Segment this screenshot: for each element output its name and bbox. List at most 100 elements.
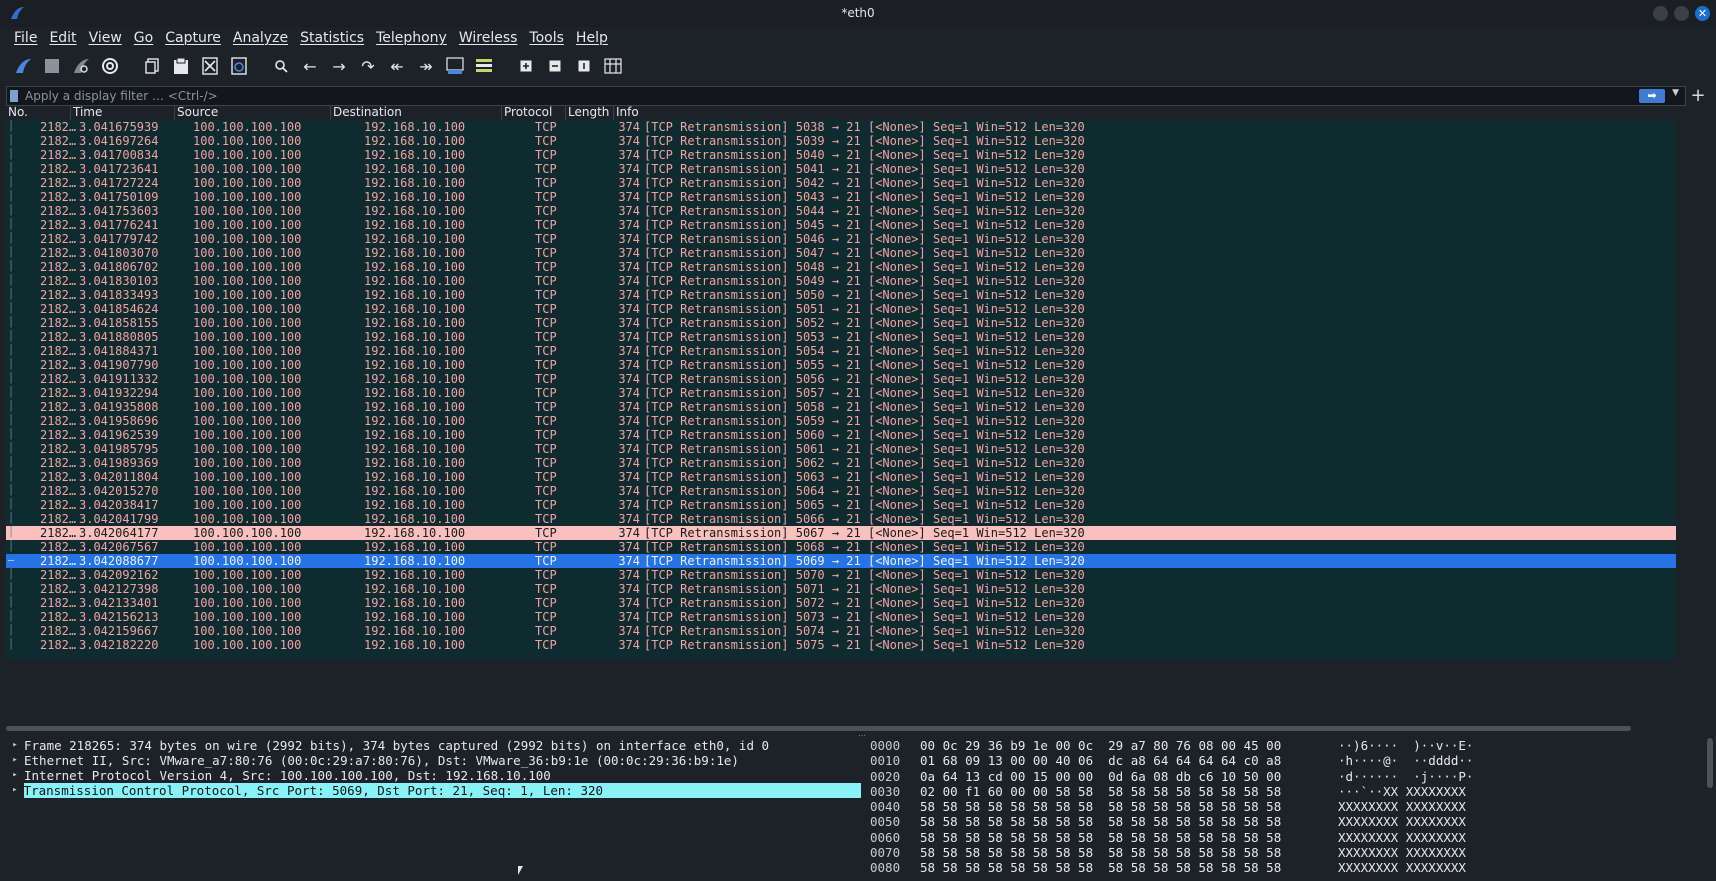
bytes-row[interactable]: 0030 02 00 f1 60 00 00 58 58 58 58 58 58 … [870,784,1710,799]
bytes-row[interactable]: 0050 58 58 58 58 58 58 58 58 58 58 58 58 … [870,814,1710,829]
menu-file[interactable]: File [8,30,43,46]
packet-row[interactable]: │ 2182… 3.042038417 100.100.100.100 192.168.… [6,498,1676,512]
packet-row[interactable]: │ 2182… 3.041675939 100.100.100.100 192.168.… [6,120,1676,134]
packet-row[interactable]: │ 2182… 3.041880805 100.100.100.100 192.168.… [6,330,1676,344]
go-to-packet-icon[interactable]: ↷ [357,55,379,77]
packet-row[interactable]: │ 2182… 3.041911332 100.100.100.100 192.168.… [6,372,1676,386]
capture-options-gear-icon[interactable] [99,55,121,77]
close-button[interactable]: ✕ [1695,6,1710,21]
zoom-in-icon[interactable] [515,55,537,77]
bytes-row[interactable]: 0060 58 58 58 58 58 58 58 58 58 58 58 58 … [870,830,1710,845]
stop-capture-icon[interactable] [41,55,63,77]
packet-row[interactable]: │ 2182… 3.042015270 100.100.100.100 192.168.… [6,484,1676,498]
packet-row[interactable]: │ 2182… 3.041907790 100.100.100.100 192.168.… [6,358,1676,372]
packet-row[interactable]: │ 2182… 3.042182220 100.100.100.100 192.168.… [6,638,1676,652]
maximize-button[interactable] [1674,6,1689,21]
display-filter-input[interactable] [25,87,1585,105]
packet-row[interactable]: │ 2182… 3.042127398 100.100.100.100 192.168.… [6,582,1676,596]
packet-row[interactable]: │ 2182… 3.042159667 100.100.100.100 192.168.… [6,624,1676,638]
packet-row[interactable]: │ 2182… 3.041776241 100.100.100.100 192.168.… [6,218,1676,232]
find-packet-search-icon[interactable] [270,55,292,77]
packet-row[interactable]: │ 2182… 3.042064177 100.100.100.100 192.168.… [6,526,1676,540]
save-file-icon[interactable] [170,55,192,77]
col-header-time[interactable]: Time [71,105,175,120]
last-packet-icon[interactable]: ↠ [415,55,437,77]
bytes-vertical-scrollbar[interactable] [1707,738,1713,788]
minimize-button[interactable] [1653,6,1668,21]
expand-arrow-icon[interactable]: ▸ [6,768,24,783]
restart-capture-icon[interactable] [70,55,92,77]
bytes-row[interactable]: 0070 58 58 58 58 58 58 58 58 58 58 58 58 … [870,845,1710,860]
col-header-no[interactable]: No. [6,105,71,120]
autoscroll-icon[interactable] [444,55,466,77]
menu-edit[interactable]: Edit [43,30,82,46]
go-forward-arrow-icon[interactable]: → [328,55,350,77]
detail-tree-item[interactable]: ▸ Internet Protocol Version 4, Src: 100.1… [6,768,861,783]
col-header-length[interactable]: Length [566,105,614,120]
packet-row[interactable]: │ 2182… 3.041700834 100.100.100.100 192.168.… [6,148,1676,162]
bytes-row[interactable]: 0020 0a 64 13 cd 00 15 00 00 0d 6a 08 db … [870,769,1710,784]
menu-capture[interactable]: Capture [159,30,227,46]
menu-analyze[interactable]: Analyze [227,30,294,46]
first-packet-icon[interactable]: ↞ [386,55,408,77]
packet-row[interactable]: │ 2182… 3.041884371 100.100.100.100 192.168.… [6,344,1676,358]
packet-row[interactable]: │ 2182… 3.042133401 100.100.100.100 192.168.… [6,596,1676,610]
packet-row[interactable]: │ 2182… 3.041727224 100.100.100.100 192.168.… [6,176,1676,190]
col-header-destination[interactable]: Destination [331,105,502,120]
packet-row[interactable]: │ 2182… 3.041858155 100.100.100.100 192.168.… [6,316,1676,330]
bytes-row[interactable]: 0000 00 0c 29 36 b9 1e 00 0c 29 a7 80 76 … [870,738,1710,753]
expand-arrow-icon[interactable]: ▸ [6,753,24,768]
packet-list-horizontal-scrollbar[interactable] [6,726,1631,731]
detail-tree-item[interactable]: ▸ Transmission Control Protocol, Src Port… [6,783,861,798]
go-back-arrow-icon[interactable]: ← [299,55,321,77]
packet-row[interactable]: │ 2182… 3.041806702 100.100.100.100 192.168.… [6,260,1676,274]
menu-telephony[interactable]: Telephony [370,30,453,46]
col-header-source[interactable]: Source [175,105,331,120]
filter-history-dropdown-icon[interactable]: ▼ [1672,88,1679,98]
bytes-row[interactable]: 0080 58 58 58 58 58 58 58 58 58 58 58 58 … [870,860,1710,875]
menu-go[interactable]: Go [128,30,159,46]
menu-tools[interactable]: Tools [523,30,570,46]
col-header-info[interactable]: Info [614,105,1676,120]
menu-wireless[interactable]: Wireless [453,30,524,46]
packet-row[interactable]: │ 2182… 3.041779742 100.100.100.100 192.168.… [6,232,1676,246]
packet-row[interactable]: │ 2182… 3.042041799 100.100.100.100 192.168.… [6,512,1676,526]
colorize-icon[interactable] [473,55,495,77]
packet-row[interactable]: │ 2182… 3.041958696 100.100.100.100 192.168.… [6,414,1676,428]
menu-view[interactable]: View [83,30,128,46]
packet-row[interactable]: │ 2182… 3.041962539 100.100.100.100 192.168.… [6,428,1676,442]
menu-help[interactable]: Help [570,30,614,46]
filter-bookmark-icon[interactable] [10,90,18,102]
add-filter-button[interactable]: + [1688,85,1708,106]
resize-columns-icon[interactable] [602,55,624,77]
expand-arrow-icon[interactable]: ▸ [6,783,24,798]
packet-row[interactable]: │ 2182… 3.041723641 100.100.100.100 192.168.… [6,162,1676,176]
packet-row[interactable]: │ 2182… 3.042092162 100.100.100.100 192.168.… [6,568,1676,582]
detail-tree-item[interactable]: ▸ Frame 218265: 374 bytes on wire (2992 b… [6,738,861,753]
detail-tree-item[interactable]: ▸ Ethernet II, Src: VMware_a7:80:76 (00:0… [6,753,861,768]
packet-row[interactable]: │ 2182… 3.041989369 100.100.100.100 192.168.… [6,456,1676,470]
packet-row[interactable]: │ 2182… 3.042011804 100.100.100.100 192.168.… [6,470,1676,484]
normal-size-icon[interactable] [573,55,595,77]
start-capture-icon[interactable] [12,55,34,77]
bytes-row[interactable]: 0040 58 58 58 58 58 58 58 58 58 58 58 58 … [870,799,1710,814]
col-header-protocol[interactable]: Protocol [502,105,566,120]
packet-row[interactable]: │ 2182… 3.041985795 100.100.100.100 192.168.… [6,442,1676,456]
expand-arrow-icon[interactable]: ▸ [6,738,24,753]
details-bytes-splitter[interactable] [864,738,868,881]
open-file-icon[interactable] [141,55,163,77]
packet-row[interactable]: │ 2182… 3.041932294 100.100.100.100 192.168.… [6,386,1676,400]
packet-list[interactable]: │ 2182… 3.041675939 100.100.100.100 192.168.… [6,120,1676,660]
packet-row[interactable]: — 2182… 3.042088677 100.100.100.100 192.168.… [6,554,1676,568]
packet-row[interactable]: │ 2182… 3.041830103 100.100.100.100 192.168.… [6,274,1676,288]
packet-row[interactable]: │ 2182… 3.042156213 100.100.100.100 192.168.… [6,610,1676,624]
packet-row[interactable]: │ 2182… 3.041803070 100.100.100.100 192.168.… [6,246,1676,260]
packet-row[interactable]: │ 2182… 3.041833493 100.100.100.100 192.168.… [6,288,1676,302]
packet-row[interactable]: │ 2182… 3.041854624 100.100.100.100 192.168.… [6,302,1676,316]
menu-statistics[interactable]: Statistics [294,30,370,46]
packet-row[interactable]: │ 2182… 3.041697264 100.100.100.100 192.168.… [6,134,1676,148]
packet-row[interactable]: │ 2182… 3.042067567 100.100.100.100 192.168.… [6,540,1676,554]
packet-row[interactable]: │ 2182… 3.041750109 100.100.100.100 192.168.… [6,190,1676,204]
zoom-out-icon[interactable] [544,55,566,77]
bytes-row[interactable]: 0010 01 68 09 13 00 00 40 06 dc a8 64 64 … [870,753,1710,768]
